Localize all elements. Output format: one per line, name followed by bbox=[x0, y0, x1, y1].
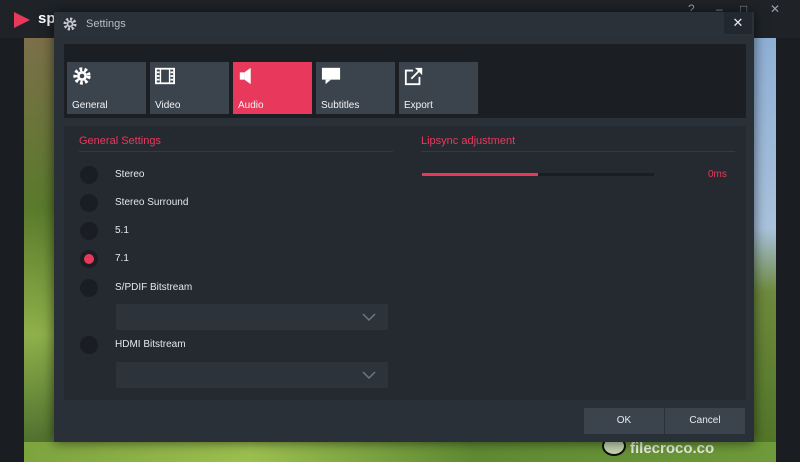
tab-export[interactable]: Export bbox=[399, 62, 478, 114]
radio-button[interactable] bbox=[80, 166, 98, 184]
tab-label: Video bbox=[155, 100, 181, 111]
export-icon bbox=[404, 67, 423, 86]
spdif-device-select[interactable] bbox=[116, 304, 388, 330]
chevron-down-icon bbox=[362, 371, 376, 380]
dialog-title-bar: Settings ✕ bbox=[54, 12, 754, 36]
radio-label: 7.1 bbox=[115, 253, 129, 264]
radio-label: HDMI Bitstream bbox=[115, 339, 186, 350]
divider bbox=[79, 151, 393, 152]
lipsync-slider[interactable] bbox=[422, 173, 654, 176]
general-settings-heading: General Settings bbox=[79, 135, 161, 147]
ok-button[interactable]: OK bbox=[584, 408, 664, 434]
lipsync-heading: Lipsync adjustment bbox=[421, 135, 516, 147]
hdmi-device-select[interactable] bbox=[116, 362, 388, 388]
watermark: filecroco.co bbox=[630, 440, 715, 457]
tab-audio[interactable]: Audio bbox=[233, 62, 312, 114]
radio-label: Stereo bbox=[115, 169, 145, 180]
radio-label: S/PDIF Bitstream bbox=[115, 282, 193, 293]
dialog-title: Settings bbox=[86, 18, 126, 30]
app-close-icon[interactable]: ✕ bbox=[770, 2, 780, 16]
audio-settings-panel: General Settings Stereo Stereo Surround … bbox=[64, 126, 746, 400]
radio-button[interactable] bbox=[80, 279, 98, 297]
app-logo-icon bbox=[14, 12, 30, 28]
divider bbox=[421, 151, 735, 152]
speech-bubble-icon bbox=[321, 67, 341, 85]
radio-label: 5.1 bbox=[115, 225, 129, 236]
close-button[interactable]: ✕ bbox=[724, 12, 752, 34]
radio-label: Stereo Surround bbox=[115, 197, 189, 208]
tab-video[interactable]: Video bbox=[150, 62, 229, 114]
radio-button[interactable] bbox=[80, 222, 98, 240]
tab-label: Audio bbox=[238, 100, 264, 111]
gear-icon bbox=[63, 17, 77, 31]
tab-subtitles[interactable]: Subtitles bbox=[316, 62, 395, 114]
radio-button[interactable] bbox=[80, 194, 98, 212]
tab-label: Subtitles bbox=[321, 100, 360, 111]
speaker-icon bbox=[239, 67, 251, 85]
close-icon: ✕ bbox=[732, 15, 744, 30]
gear-icon bbox=[73, 67, 91, 85]
tab-bar: General Video Audio Subtitles Export bbox=[64, 44, 746, 118]
radio-button[interactable] bbox=[80, 250, 98, 268]
lipsync-slider-fill bbox=[422, 173, 538, 176]
cancel-button[interactable]: Cancel bbox=[665, 408, 745, 434]
tab-label: General bbox=[72, 100, 108, 111]
radio-button[interactable] bbox=[80, 336, 98, 354]
tab-label: Export bbox=[404, 100, 433, 111]
chevron-down-icon bbox=[362, 313, 376, 322]
film-icon bbox=[155, 67, 175, 85]
lipsync-value: 0ms bbox=[708, 169, 727, 180]
settings-dialog: Settings ✕ General Video Audio Subtitles… bbox=[54, 12, 754, 442]
app-name: sp bbox=[38, 10, 56, 27]
tab-general[interactable]: General bbox=[67, 62, 146, 114]
